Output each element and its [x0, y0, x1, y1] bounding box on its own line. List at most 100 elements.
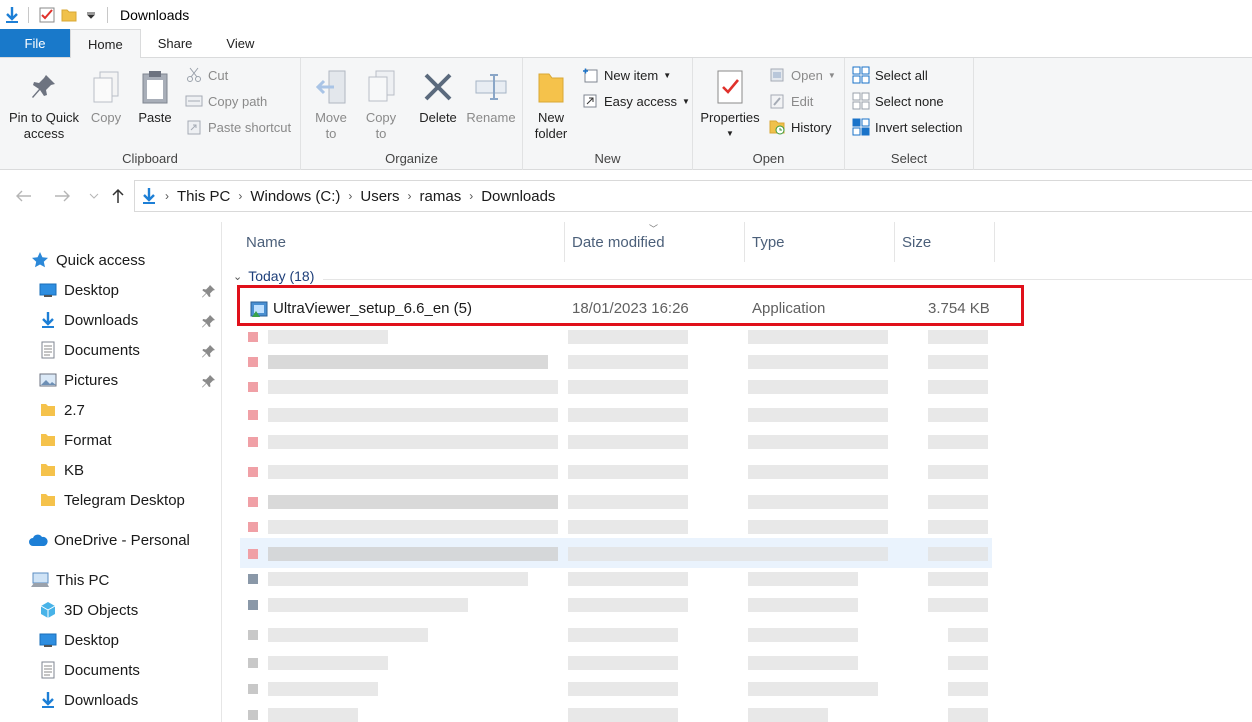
- group-header-today[interactable]: ⌄ Today (18): [233, 268, 314, 284]
- nav-label: KB: [64, 461, 85, 479]
- breadcrumb-ramas[interactable]: ramas: [420, 188, 462, 205]
- breadcrumb-windows-c[interactable]: Windows (C:): [250, 188, 340, 205]
- pin-icon[interactable]: [202, 314, 216, 328]
- desktop-icon: [38, 630, 58, 650]
- blurred-row: [928, 572, 988, 586]
- pin-to-quick-access-button[interactable]: Pin to Quick access: [6, 64, 82, 142]
- open-button[interactable]: Open ▼: [768, 64, 836, 86]
- breadcrumb-separator[interactable]: ›: [408, 189, 412, 203]
- select-none-button[interactable]: Select none: [852, 90, 944, 112]
- copy-path-icon: [185, 92, 203, 110]
- blurred-row: [568, 708, 678, 722]
- group-divider: [323, 279, 1252, 280]
- blurred-icon: [248, 710, 258, 720]
- copy-path-button[interactable]: Copy path: [185, 90, 267, 112]
- blurred-row: [928, 465, 988, 479]
- rename-label: Rename: [466, 110, 516, 125]
- blurred-row: [748, 380, 888, 394]
- download-arrow-icon[interactable]: [2, 5, 22, 25]
- breadcrumb-this-pc[interactable]: This PC: [177, 188, 230, 205]
- nav-quick-access[interactable]: Quick access: [30, 247, 145, 273]
- select-none-icon: [852, 92, 870, 110]
- chevron-down-icon: ▼: [827, 70, 836, 80]
- blurred-row: [568, 495, 688, 509]
- nav-qa-folder-format[interactable]: Format: [38, 427, 112, 453]
- up-arrow-icon[interactable]: [108, 186, 128, 206]
- nav-qa-folder-2-7[interactable]: 2.7: [38, 397, 85, 423]
- move-to-button[interactable]: Move to: [309, 64, 353, 142]
- file-explorer-window: Downloads File Home Share View Pin to Qu…: [0, 0, 1252, 722]
- back-arrow-icon[interactable]: [14, 186, 34, 206]
- breadcrumb-separator[interactable]: ›: [165, 189, 169, 203]
- nav-qa-folder-kb[interactable]: KB: [38, 457, 84, 483]
- tab-view[interactable]: View: [209, 29, 271, 57]
- properties-label: Properties: [700, 110, 760, 125]
- rename-icon: [471, 64, 511, 110]
- pin-icon[interactable]: [202, 284, 216, 298]
- history-button[interactable]: History: [768, 116, 831, 138]
- rename-button[interactable]: Rename: [465, 64, 517, 126]
- address-bar[interactable]: › This PC › Windows (C:) › Users › ramas…: [134, 180, 1252, 212]
- copy-to-button[interactable]: Copy to: [359, 64, 403, 142]
- nav-this-pc[interactable]: This PC: [30, 567, 109, 593]
- nav-qa-desktop[interactable]: Desktop: [38, 277, 119, 303]
- column-header-type[interactable]: Type: [745, 222, 895, 262]
- move-to-icon: [311, 64, 351, 110]
- blurred-icon: [248, 410, 258, 420]
- blurred-row: [568, 572, 688, 586]
- nav-pc-3d-objects[interactable]: 3D Objects: [38, 597, 138, 623]
- forward-arrow-icon[interactable]: [52, 186, 72, 206]
- nav-qa-folder-telegram[interactable]: Telegram Desktop: [38, 487, 185, 513]
- pictures-icon: [38, 370, 58, 390]
- recent-locations-chevron-icon[interactable]: [84, 186, 104, 206]
- nav-label: OneDrive - Personal: [54, 531, 190, 549]
- tab-file[interactable]: File: [0, 29, 70, 57]
- breadcrumb-separator[interactable]: ›: [238, 189, 242, 203]
- blurred-row: [748, 520, 888, 534]
- new-folder-icon[interactable]: [59, 5, 79, 25]
- properties-button[interactable]: Properties ▼: [697, 64, 763, 142]
- select-all-button[interactable]: Select all: [852, 64, 928, 86]
- edit-icon: [768, 92, 786, 110]
- invert-selection-button[interactable]: Invert selection: [852, 116, 962, 138]
- breadcrumb-separator[interactable]: ›: [348, 189, 352, 203]
- delete-button[interactable]: Delete: [413, 64, 463, 126]
- column-header-name[interactable]: Name: [223, 222, 565, 262]
- easy-access-button[interactable]: Easy access ▼: [581, 90, 690, 112]
- nav-pc-documents[interactable]: Documents: [38, 657, 140, 683]
- blurred-icon: [248, 437, 258, 447]
- nav-qa-documents[interactable]: Documents: [38, 337, 140, 363]
- paste-button[interactable]: Paste: [133, 64, 177, 126]
- column-header-size[interactable]: Size: [895, 222, 995, 262]
- nav-label: Desktop: [64, 281, 120, 299]
- pin-icon[interactable]: [202, 344, 216, 358]
- edit-button[interactable]: Edit: [768, 90, 813, 112]
- breadcrumb-users[interactable]: Users: [360, 188, 399, 205]
- cut-button[interactable]: Cut: [185, 64, 228, 86]
- download-arrow-icon: [38, 310, 58, 330]
- blurred-row: [748, 330, 888, 344]
- blurred-row: [268, 465, 558, 479]
- column-header-date[interactable]: Date modified ﹀: [565, 222, 745, 262]
- breadcrumb-separator[interactable]: ›: [469, 189, 473, 203]
- copy-button[interactable]: Copy: [84, 64, 128, 126]
- pin-icon[interactable]: [202, 374, 216, 388]
- new-folder-button[interactable]: New folder: [529, 64, 573, 142]
- paste-shortcut-button[interactable]: Paste shortcut: [185, 116, 291, 138]
- nav-pc-desktop[interactable]: Desktop: [38, 627, 119, 653]
- nav-onedrive[interactable]: OneDrive - Personal: [28, 527, 190, 553]
- tab-share[interactable]: Share: [141, 29, 210, 57]
- tab-home[interactable]: Home: [70, 29, 141, 59]
- blurred-row: [568, 628, 678, 642]
- properties-check-icon[interactable]: [37, 5, 57, 25]
- nav-pc-downloads[interactable]: Downloads: [38, 687, 138, 713]
- breadcrumb-downloads[interactable]: Downloads: [481, 188, 555, 205]
- document-icon: [38, 660, 58, 680]
- blurred-row: [748, 408, 888, 422]
- new-item-button[interactable]: New item ▼: [581, 64, 671, 86]
- sort-chevron-icon: ﹀: [649, 224, 659, 234]
- nav-qa-downloads[interactable]: Downloads: [38, 307, 138, 333]
- nav-qa-pictures[interactable]: Pictures: [38, 367, 118, 393]
- customize-dropdown-icon[interactable]: [81, 5, 101, 25]
- blurred-row: [568, 520, 688, 534]
